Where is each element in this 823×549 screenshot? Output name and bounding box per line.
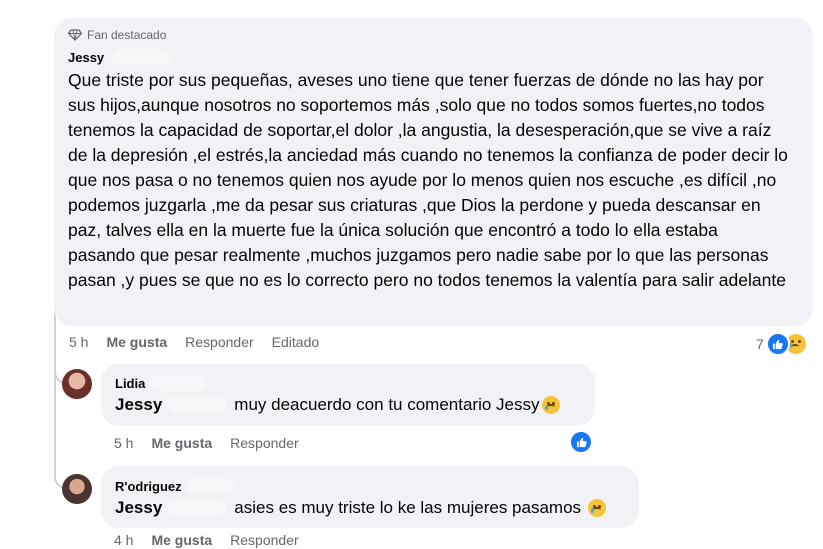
badge-label: Fan destacado [87,28,167,42]
reply-2-text: asies es muy triste lo ke las mujeres pa… [234,498,582,517]
reply-1-text: muy deacuerdo con tu comentario Jessy [234,395,540,414]
redacted-name [149,375,208,391]
edited-label: Editado [271,334,320,350]
reply-2-author[interactable]: R'odriguez [115,479,182,494]
main-comment-author[interactable]: Jessy [68,50,104,65]
top-fan-badge: Fan destacado [68,28,166,42]
main-like-button[interactable]: Me gusta [106,334,167,350]
reply-2-bubble: R'odriguez Jessy asies es muy triste lo … [101,466,639,528]
reply-1-time[interactable]: 5 h [114,435,133,451]
main-comment-text: Que triste por sus pequeñas, aveses uno … [68,70,788,290]
crying-emoji-icon [541,396,560,414]
main-reply-button[interactable]: Responder [185,334,254,350]
like-reaction-icon [765,332,790,356]
main-reactions[interactable]: 7 [756,332,808,356]
reply-2-mention[interactable]: Jessy [115,498,162,518]
main-comment-time[interactable]: 5 h [69,334,88,350]
reply-1-like-reaction-icon[interactable] [569,430,593,454]
crying-emoji-icon [588,499,607,517]
diamond-icon [68,29,82,41]
redacted-name [168,397,227,413]
reply-2-actions: 4 h Me gusta Responder [114,532,317,548]
reaction-count: 7 [756,336,764,352]
redacted-name [168,500,227,516]
main-comment-actions: 5 h Me gusta Responder Editado [69,334,337,350]
reply-2-reply-button[interactable]: Responder [230,532,299,548]
redacted-name [112,49,171,65]
reply-1-actions: 5 h Me gusta Responder [114,435,317,451]
reply-1-author[interactable]: Lidia [115,376,145,391]
avatar-rodriguez[interactable] [62,474,92,504]
redacted-name [185,478,234,494]
reply-2-time[interactable]: 4 h [114,532,133,548]
reply-1-bubble: Lidia Jessy muy deacuerdo con tu comenta… [101,364,595,426]
reply-1-like-button[interactable]: Me gusta [151,435,212,451]
reply-1-reply-button[interactable]: Responder [230,435,299,451]
reply-2-like-button[interactable]: Me gusta [151,532,212,548]
main-comment-bubble: Fan destacado Jessy Que triste por sus p… [54,18,813,326]
reply-1-mention[interactable]: Jessy [115,395,162,415]
avatar-lidia[interactable] [62,369,92,399]
